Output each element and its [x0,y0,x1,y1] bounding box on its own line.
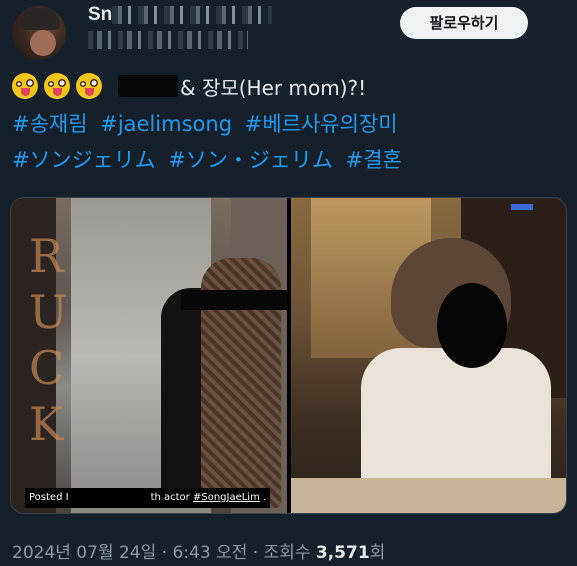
separator: · [247,543,264,563]
blurred-name-area [112,6,272,24]
display-light-shape [511,204,533,210]
zany-face-emoji-icon [76,73,102,99]
face-censor-blob [437,283,507,368]
views-count: 3,571 [315,543,370,563]
hashtag-row-2: #ソンジェリム #ソン・ジェリム #결혼 [12,144,408,174]
display-name[interactable]: Sn [88,4,112,26]
tweet-text: & 장모(Her mom)?! [180,75,367,100]
post-time[interactable]: 6:43 오전 [172,543,247,563]
views-label: 조회수 [263,543,316,563]
post-date[interactable]: 2024년 07월 24일 [12,543,156,563]
media-card: RUCK Posted I th actor #SongJaeLim . [10,197,567,514]
hashtag-link[interactable]: #jaelimsong [100,112,232,136]
avatar-face-shape [30,30,56,56]
table-shape [291,478,566,513]
censor-bar [181,290,287,310]
photo-left[interactable]: RUCK Posted I th actor #SongJaeLim . [11,198,287,513]
blurred-handle-area [88,31,248,49]
caption-prefix: Posted I [29,492,69,503]
hashtag-link[interactable]: #ソン・ジェリム [168,148,333,172]
avatar[interactable] [12,6,66,60]
redacted-text [118,75,178,97]
tweet-header: Sn 팔로우하기 [0,0,577,60]
separator: · [156,543,173,563]
tweet-text-line: & 장모(Her mom)?! [12,68,366,104]
caption-hashtag: #SongJaeLim [192,492,260,503]
tweet-meta: 2024년 07월 24일 · 6:43 오전 · 조회수 3,571회 [12,538,385,563]
woman-figure [361,238,561,513]
hashtag-link[interactable]: #결혼 [346,148,402,172]
views-unit: 회 [369,543,386,563]
hashtag-link[interactable]: #베르사유의장미 [245,112,398,136]
hashtag-link[interactable]: #ソンジェリム [12,148,156,172]
hashtag-link[interactable]: #송재림 [12,112,88,136]
photo-caption: Posted I th actor #SongJaeLim . [25,488,271,508]
zany-face-emoji-icon [12,73,38,99]
photo-right[interactable] [291,198,566,513]
caption-end: . [259,492,267,503]
follow-button[interactable]: 팔로우하기 [400,7,528,39]
zany-face-emoji-icon [44,73,70,99]
hashtag-row-1: #송재림 #jaelimsong #베르사유의장미 [12,108,404,138]
window-lettering-decoration: RUCK [29,229,74,451]
caption-mid: th actor [150,492,193,503]
avatar-hat-shape [20,8,60,30]
